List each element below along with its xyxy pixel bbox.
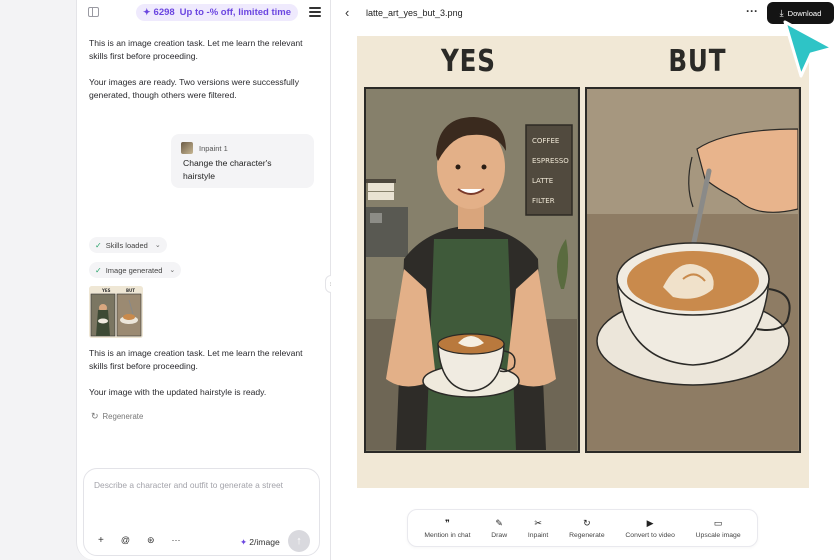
mouse-cursor-icon	[783, 20, 835, 78]
draw-button[interactable]: ✎ Draw	[491, 518, 507, 539]
art-title-but: BUT	[668, 44, 727, 79]
more-icon: ···	[746, 4, 758, 18]
check-icon: ✓	[95, 265, 102, 275]
menu-item-filter: FILTER	[532, 197, 555, 205]
art-title-yes: YES	[441, 44, 496, 79]
promo-offer-text: Up to -% off, limited time	[179, 7, 291, 18]
more-icon[interactable]: ···	[172, 535, 181, 546]
mention-icon[interactable]: @	[121, 535, 130, 546]
refresh-icon: ↻	[583, 517, 591, 528]
credits-per-image: ✦ 2/image	[240, 537, 280, 548]
mention-in-chat-button[interactable]: ❞ Mention in chat	[424, 518, 470, 539]
image-generated-chip[interactable]: ✓ Image generated ⌄	[89, 262, 182, 278]
thumb-yes-label: YES	[101, 288, 111, 293]
regenerate-label: Regenerate	[102, 412, 144, 421]
assistant-message-2: Your images are ready. Two versions were…	[89, 77, 300, 100]
attachment[interactable]: Inpaint 1	[181, 142, 304, 154]
check-icon: ✓	[95, 240, 102, 250]
layers-icon[interactable]	[309, 7, 321, 18]
arrow-up-icon: ↑	[296, 535, 302, 547]
tool-label: Draw	[491, 531, 508, 539]
quote-icon: ❞	[445, 517, 450, 528]
scissors-icon: ✂	[534, 517, 542, 528]
regenerate-button[interactable]: ↻ Regenerate	[91, 411, 143, 422]
inpaint-button[interactable]: ✂ Inpaint	[528, 518, 548, 539]
credits-count: 6298	[153, 7, 175, 18]
prompt-composer[interactable]: Describe a character and outfit to gener…	[83, 468, 320, 556]
tool-label: Upscale image	[695, 531, 741, 539]
video-icon: ▶	[646, 517, 654, 528]
upscale-image-button[interactable]: ▭ Upscale image	[696, 518, 741, 539]
user-message-text: Change the character's hairstyle	[183, 158, 272, 181]
skills-loaded-chip[interactable]: ✓ Skills loaded ⌄	[89, 237, 167, 253]
download-icon: ⤓	[779, 7, 784, 18]
sparkle-icon: ✦	[143, 7, 151, 17]
assistant-message-3: This is an image creation task. Let me l…	[89, 348, 303, 371]
chevron-left-icon: ‹	[345, 5, 350, 20]
menu-item-latte: LATTE	[532, 177, 553, 185]
assistant-message-1: This is an image creation task. Let me l…	[89, 38, 303, 61]
chevron-down-icon: ⌄	[154, 242, 161, 249]
art-panel-but	[585, 87, 801, 453]
send-button[interactable]: ↑	[288, 530, 310, 552]
promo-banner[interactable]: ✦ 6298 Up to -% off, limited time	[136, 4, 298, 21]
tool-label: Inpaint	[527, 531, 549, 539]
menu-item-espresso: ESPRESSO	[532, 157, 569, 165]
more-options-button[interactable]: ···	[746, 4, 758, 18]
sidebar-toggle-icon[interactable]	[88, 7, 99, 17]
attachment-label: Inpaint 1	[199, 143, 228, 153]
chip-label: Image generated	[105, 265, 163, 275]
pen-icon: ✎	[495, 517, 503, 528]
user-message: Inpaint 1 Change the character's hairsty…	[171, 134, 314, 188]
plus-icon[interactable]: +	[98, 535, 104, 546]
chip-label: Skills loaded	[105, 240, 148, 250]
regenerate-image-button[interactable]: ↻ Regenerate	[569, 518, 605, 539]
art-panel-yes: COFFEE ESPRESSO LATTE FILTER	[364, 87, 580, 453]
file-name: latte_art_yes_but_3.png	[366, 8, 463, 18]
image-toolbar: ❞ Mention in chat ✎ Draw ✂ Inpaint ↻ Reg…	[407, 509, 758, 547]
chat-panel: ✦ 6298 Up to -% off, limited time This i…	[76, 0, 331, 560]
tool-label: Convert to video	[625, 531, 675, 539]
thumb-but-label: BUT	[126, 288, 135, 293]
tool-label: Mention in chat	[424, 531, 471, 539]
generated-image[interactable]: YES BUT COFFEE ESPRESSO LATTE FILTER	[357, 36, 809, 488]
generated-image-thumbnail[interactable]: YES BUT	[89, 286, 143, 338]
image-preview-panel: ‹ latte_art_yes_but_3.png ··· ⤓ Download…	[331, 0, 840, 560]
upscale-icon: ▭	[713, 517, 723, 528]
menu-item-coffee: COFFEE	[532, 137, 559, 145]
attachment-thumbnail	[181, 142, 193, 154]
openai-icon[interactable]: ⊛	[147, 535, 155, 546]
chevron-down-icon: ⌄	[169, 267, 176, 274]
assistant-message-4: Your image with the updated hairstyle is…	[89, 387, 267, 397]
composer-tools: + @ ⊛ ···	[98, 535, 181, 546]
credits-label: 2/image	[249, 537, 280, 547]
back-button[interactable]: ‹	[345, 5, 349, 20]
sparkle-icon: ✦	[240, 537, 248, 547]
tool-label: Regenerate	[569, 531, 605, 539]
refresh-icon: ↻	[91, 411, 99, 421]
chat-top-bar: ✦ 6298 Up to -% off, limited time	[77, 0, 330, 26]
download-label: Download	[787, 8, 822, 18]
convert-to-video-button[interactable]: ▶ Convert to video	[625, 518, 675, 539]
prompt-input-placeholder[interactable]: Describe a character and outfit to gener…	[94, 480, 283, 490]
